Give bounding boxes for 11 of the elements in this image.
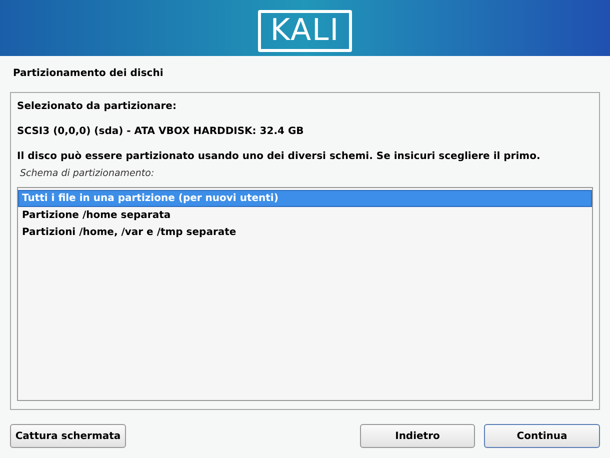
continue-button[interactable]: Continua bbox=[484, 424, 600, 448]
page-title: Partizionamento dei dischi bbox=[13, 67, 164, 81]
list-item[interactable]: Partizione /home separata bbox=[18, 207, 592, 224]
disk-label: SCSI3 (0,0,0) (sda) - ATA VBOX HARDDISK: 32.4 GB bbox=[17, 125, 305, 139]
list-label: Schema di partizionamento: bbox=[20, 167, 156, 181]
screenshot-button[interactable]: Cattura schermata bbox=[10, 424, 126, 448]
logo: KALI bbox=[258, 10, 352, 52]
back-button[interactable]: Indietro bbox=[360, 424, 475, 448]
description: Il disco può essere partizionato usando uno dei diversi schemi. Se insicuri scegliere il primo. bbox=[17, 150, 542, 164]
list-item[interactable]: Partizioni /home, /var e /tmp separate bbox=[18, 224, 592, 242]
section-label: Selezionato da partizionare: bbox=[17, 100, 178, 114]
